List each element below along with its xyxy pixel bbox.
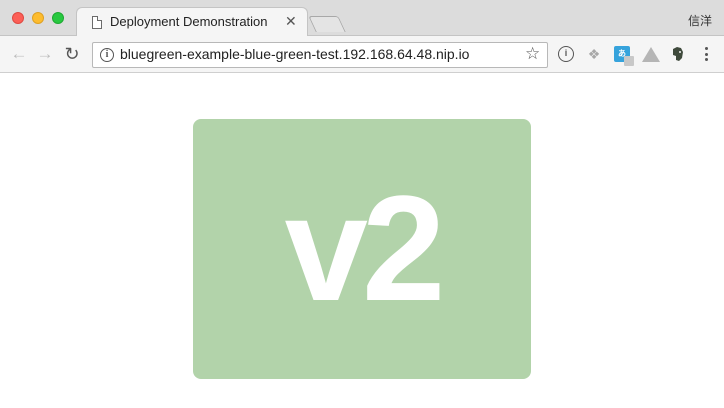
back-button[interactable]: ← <box>10 45 28 63</box>
google-drive-icon[interactable] <box>642 47 660 62</box>
evernote-glyph <box>673 47 683 61</box>
site-info-icon[interactable]: i <box>100 48 114 62</box>
menu-dot <box>704 52 708 56</box>
tab-title: Deployment Demonstration <box>110 14 268 29</box>
url-text[interactable]: bluegreen-example-blue-green-test.192.16… <box>120 46 469 62</box>
profile-name[interactable]: 信洋 <box>688 12 712 29</box>
tab-close-button[interactable]: ✕ <box>285 13 297 29</box>
close-window-button[interactable] <box>12 12 24 24</box>
info-circle-icon[interactable]: i <box>558 46 574 62</box>
dropbox-icon[interactable]: ❖ <box>586 46 602 62</box>
translate-icon[interactable]: あ <box>614 46 634 66</box>
bookmark-star-icon[interactable]: ☆ <box>525 45 540 63</box>
forward-button[interactable]: → <box>36 45 54 63</box>
reload-button[interactable]: ↻ <box>63 45 81 63</box>
maximize-window-button[interactable] <box>52 12 64 24</box>
document-icon <box>92 16 102 29</box>
menu-dot <box>704 47 708 50</box>
evernote-icon[interactable] <box>670 46 686 62</box>
more-vertical-icon[interactable] <box>701 45 711 63</box>
version-label: v2 <box>284 163 446 332</box>
minimize-window-button[interactable] <box>32 12 44 24</box>
menu-dot <box>704 58 708 61</box>
